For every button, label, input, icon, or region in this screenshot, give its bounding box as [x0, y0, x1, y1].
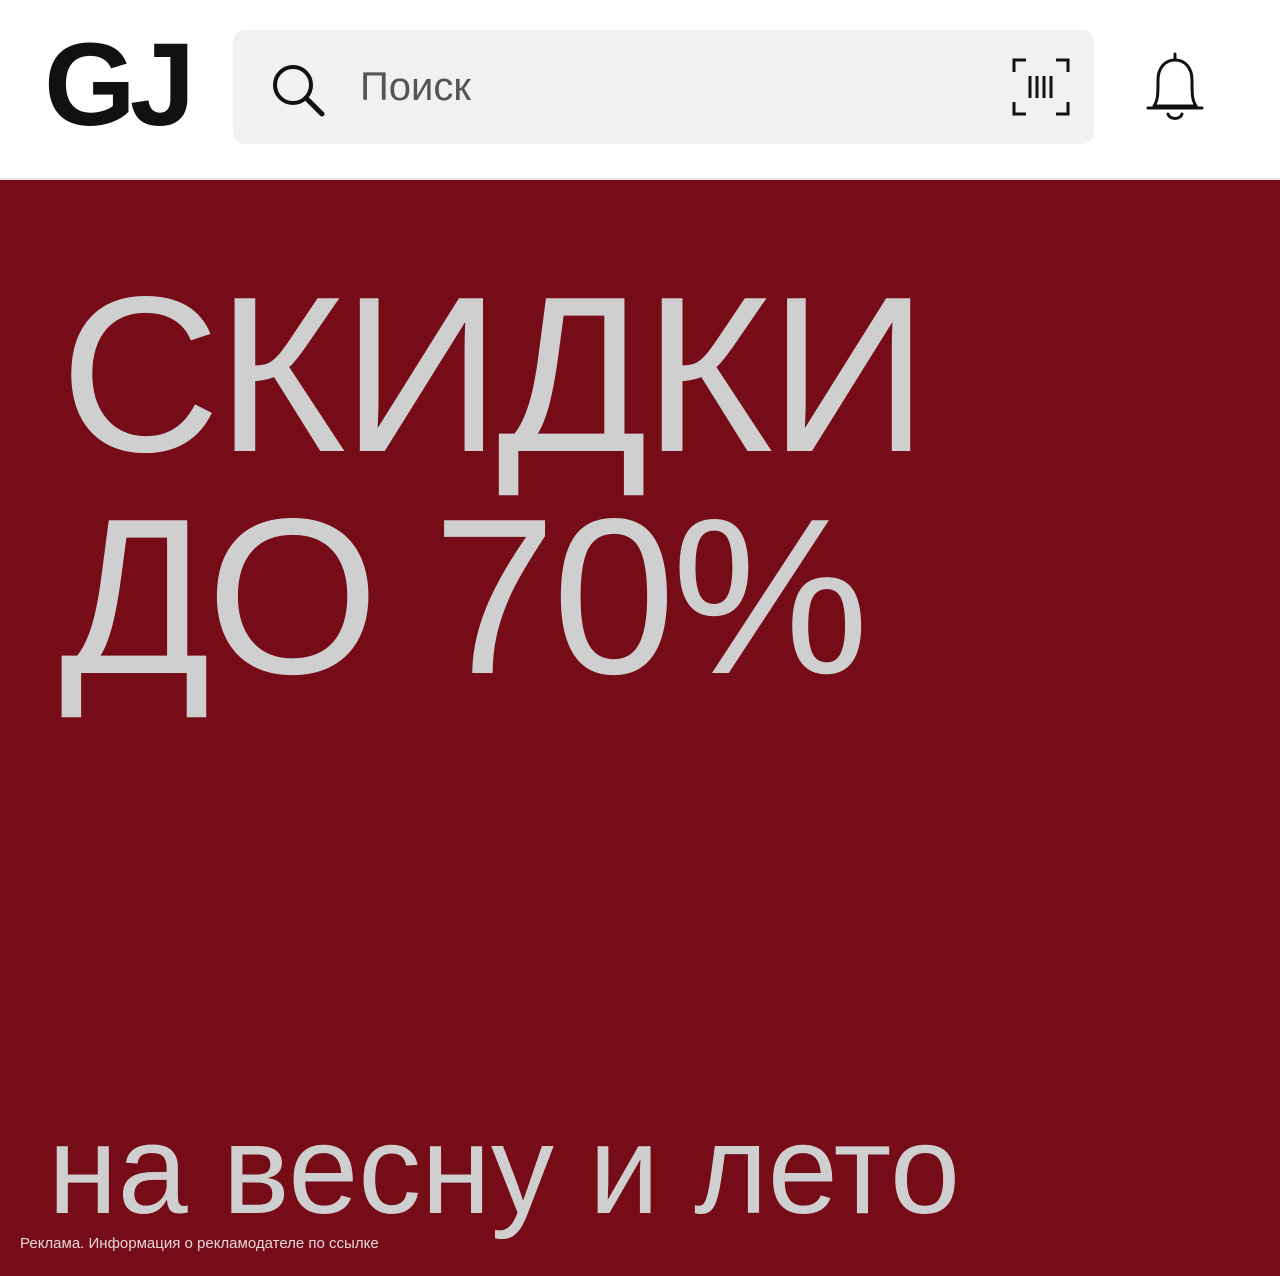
brand-logo[interactable]: GJ: [44, 26, 195, 144]
search-icon: [273, 65, 325, 117]
headline-line-1: СКИДКИ: [60, 251, 928, 499]
headline-line-2: ДО 70%: [60, 473, 869, 721]
top-bar: GJ: [0, 0, 1280, 180]
bell-icon[interactable]: [1140, 50, 1210, 126]
ad-disclaimer[interactable]: Реклама. Информация о рекламодателе по с…: [20, 1235, 379, 1252]
search-input[interactable]: [360, 56, 960, 118]
promo-banner[interactable]: СКИДКИ ДО 70% на весну и лето Реклама. И…: [0, 180, 1280, 1276]
banner-subline: на весну и лето: [48, 1099, 961, 1240]
banner-headline: СКИДКИ ДО 70%: [60, 251, 928, 721]
barcode-scan-icon[interactable]: [1010, 56, 1072, 118]
